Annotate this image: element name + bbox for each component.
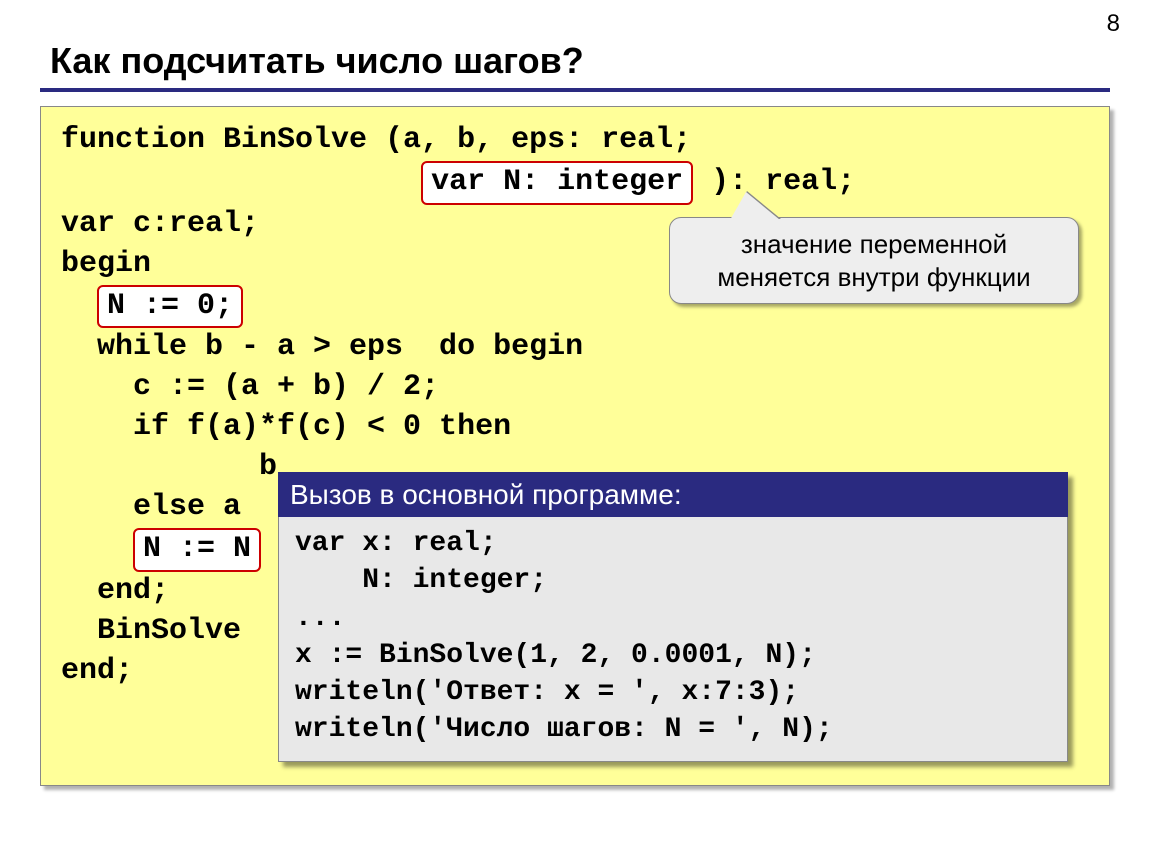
- code-line: while b - a > eps do begin: [61, 330, 583, 364]
- code-line: end;: [61, 574, 169, 608]
- slide-title: Как подсчитать число шагов?: [40, 40, 1110, 82]
- callout-bubble: значение переменной меняется внутри функ…: [669, 217, 1079, 304]
- code-line: BinSolve: [61, 614, 241, 648]
- code-line: var x: real;: [295, 528, 497, 559]
- code-line: ...: [295, 603, 345, 634]
- page-number: 8: [1107, 10, 1120, 38]
- code-indent: [61, 289, 97, 323]
- callout-line: меняется внутри функции: [717, 262, 1030, 292]
- highlight-var-n-param: var N: integer: [421, 161, 693, 205]
- code-line: function BinSolve (a, b, eps: real;: [61, 123, 691, 157]
- highlight-n-init: N := 0;: [97, 285, 243, 329]
- highlight-n-increment: N := N: [133, 528, 261, 572]
- code-line: x := BinSolve(1, 2, 0.0001, N);: [295, 640, 816, 671]
- code-line: var c:real;: [61, 207, 259, 241]
- sub-panel-header: Вызов в основной программе:: [278, 472, 1068, 517]
- code-line: writeln('Число шагов: N = ', N);: [295, 714, 833, 745]
- code-indent: [61, 532, 133, 566]
- callout-line: значение переменной: [741, 229, 1007, 259]
- code-line: begin: [61, 247, 151, 281]
- title-rule: [40, 88, 1110, 92]
- code-line: N: integer;: [295, 565, 547, 596]
- sub-panel: Вызов в основной программе: var x: real;…: [278, 472, 1068, 762]
- code-line: else a: [61, 490, 241, 524]
- slide: 8 Как подсчитать число шагов? function B…: [0, 0, 1150, 864]
- code-line: if f(a)*f(c) < 0 then: [61, 410, 511, 444]
- code-line: writeln('Ответ: x = ', x:7:3);: [295, 677, 799, 708]
- code-indent: [61, 165, 421, 199]
- code-line: end;: [61, 654, 133, 688]
- sub-panel-body: var x: real; N: integer; ... x := BinSol…: [278, 517, 1068, 761]
- code-line: c := (a + b) / 2;: [61, 370, 439, 404]
- code-line: b: [61, 450, 277, 484]
